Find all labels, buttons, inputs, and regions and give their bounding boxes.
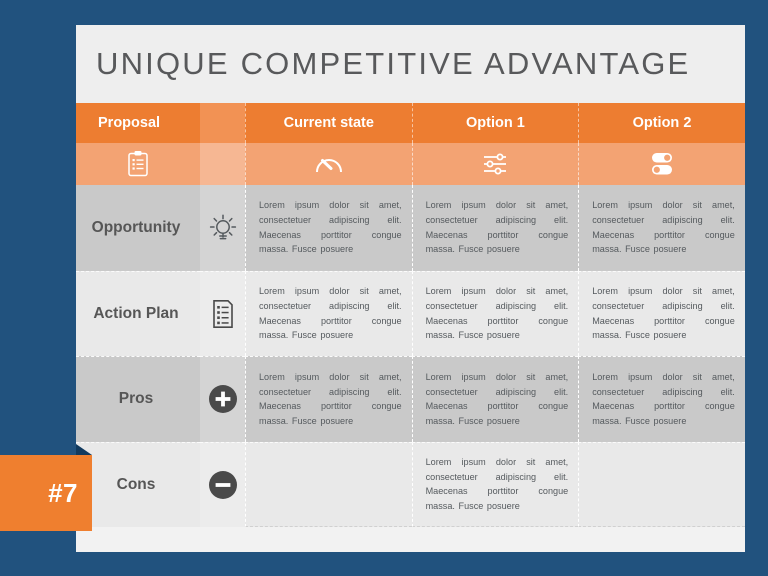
cell-cons-option-1: Lorem ipsum dolor sit amet, consectetuer… <box>411 441 579 527</box>
lightbulb-icon <box>208 212 238 244</box>
header-icon-option-1 <box>411 143 579 185</box>
table-header-icons <box>76 143 745 185</box>
row-icon-cons <box>200 441 245 527</box>
header-icon-spacer-2 <box>200 143 245 185</box>
table-row: Pros Lorem ipsum dolor sit amet, consect… <box>76 356 745 442</box>
header-label: Current state <box>283 115 374 131</box>
table-row: Opportunity Lorem ipsum dolor sit amet, … <box>76 185 745 271</box>
cell-text: Lorem ipsum dolor sit amet, consectetuer… <box>592 371 735 426</box>
cell-pros-option-2: Lorem ipsum dolor sit amet, consectetuer… <box>578 356 745 442</box>
cell-cons-option-2 <box>578 441 745 527</box>
checklist-document-icon <box>211 299 235 329</box>
header-icon-spacer-proposal <box>200 103 245 143</box>
plus-circle-icon <box>208 384 238 414</box>
sliders-icon <box>481 152 509 176</box>
slide-number-badge: #7 <box>0 455 92 531</box>
clipboard-checklist-icon <box>126 150 150 178</box>
cell-text: Lorem ipsum dolor sit amet, consectetuer… <box>592 286 735 341</box>
row-label-pros: Pros <box>76 356 200 442</box>
cell-text: Lorem ipsum dolor sit amet, consectetuer… <box>259 200 402 255</box>
header-icon-option-2 <box>578 143 745 185</box>
cell-opportunity-option-1: Lorem ipsum dolor sit amet, consectetuer… <box>411 185 579 271</box>
ribbon-fold-shadow <box>76 444 92 455</box>
row-icon-opportunity <box>200 185 245 271</box>
title-bar: UNIQUE COMPETITIVE ADVANTAGE <box>76 25 745 103</box>
cell-text: Lorem ipsum dolor sit amet, consectetuer… <box>592 200 735 255</box>
cell-opportunity-option-2: Lorem ipsum dolor sit amet, consectetuer… <box>578 185 745 271</box>
cell-text: Lorem ipsum dolor sit amet, consectetuer… <box>425 456 569 511</box>
cell-text: Lorem ipsum dolor sit amet, consectetuer… <box>425 371 569 426</box>
table-row: Cons Lorem ipsum dolor sit amet, consect… <box>76 441 745 527</box>
cell-action-plan-option-2: Lorem ipsum dolor sit amet, consectetuer… <box>578 270 745 356</box>
cell-text: Lorem ipsum dolor sit amet, consectetuer… <box>425 200 569 255</box>
row-label: Action Plan <box>93 304 179 322</box>
cell-text: Lorem ipsum dolor sit amet, consectetuer… <box>425 286 569 341</box>
gauge-icon <box>314 152 344 176</box>
header-icon-current-state <box>245 143 412 185</box>
row-label-action-plan: Action Plan <box>76 270 200 356</box>
content-card: UNIQUE COMPETITIVE ADVANTAGE Proposal Cu… <box>76 25 745 552</box>
cell-cons-current-state <box>245 441 412 527</box>
cell-pros-current-state: Lorem ipsum dolor sit amet, consectetuer… <box>245 356 412 442</box>
row-label-cons: Cons <box>76 441 200 527</box>
comparison-table: Proposal Current state Option 1 Option 2 <box>76 103 745 552</box>
table-header-labels: Proposal Current state Option 1 Option 2 <box>76 103 745 143</box>
header-cell-option-1[interactable]: Option 1 <box>411 103 579 143</box>
row-label-opportunity: Opportunity <box>76 185 200 271</box>
header-cell-current-state[interactable]: Current state <box>245 103 412 143</box>
cell-action-plan-option-1: Lorem ipsum dolor sit amet, consectetuer… <box>411 270 579 356</box>
cell-text: Lorem ipsum dolor sit amet, consectetuer… <box>259 286 402 341</box>
header-cell-option-2[interactable]: Option 2 <box>578 103 745 143</box>
header-label: Option 1 <box>465 115 525 131</box>
row-label: Opportunity <box>91 218 181 236</box>
table-row: Action Plan Lorem ipsum dolor sit amet, … <box>76 270 745 356</box>
header-icon-proposal-wrap <box>76 143 200 185</box>
header-label: Proposal <box>98 115 161 131</box>
toggles-icon <box>647 151 677 177</box>
cell-pros-option-1: Lorem ipsum dolor sit amet, consectetuer… <box>411 356 579 442</box>
cell-text: Lorem ipsum dolor sit amet, consectetuer… <box>259 371 402 426</box>
cell-action-plan-current-state: Lorem ipsum dolor sit amet, consectetuer… <box>245 270 412 356</box>
row-label: Cons <box>116 475 156 493</box>
header-cell-proposal[interactable]: Proposal <box>76 103 200 143</box>
slide-background: UNIQUE COMPETITIVE ADVANTAGE Proposal Cu… <box>0 0 768 576</box>
row-icon-pros <box>200 356 245 442</box>
minus-circle-icon <box>208 470 238 500</box>
cell-opportunity-current-state: Lorem ipsum dolor sit amet, consectetuer… <box>245 185 412 271</box>
page-title: UNIQUE COMPETITIVE ADVANTAGE <box>96 46 691 81</box>
header-label: Option 2 <box>632 115 692 131</box>
row-label: Pros <box>118 390 154 408</box>
slide-number: #7 <box>48 477 78 508</box>
row-icon-action-plan <box>200 270 245 356</box>
